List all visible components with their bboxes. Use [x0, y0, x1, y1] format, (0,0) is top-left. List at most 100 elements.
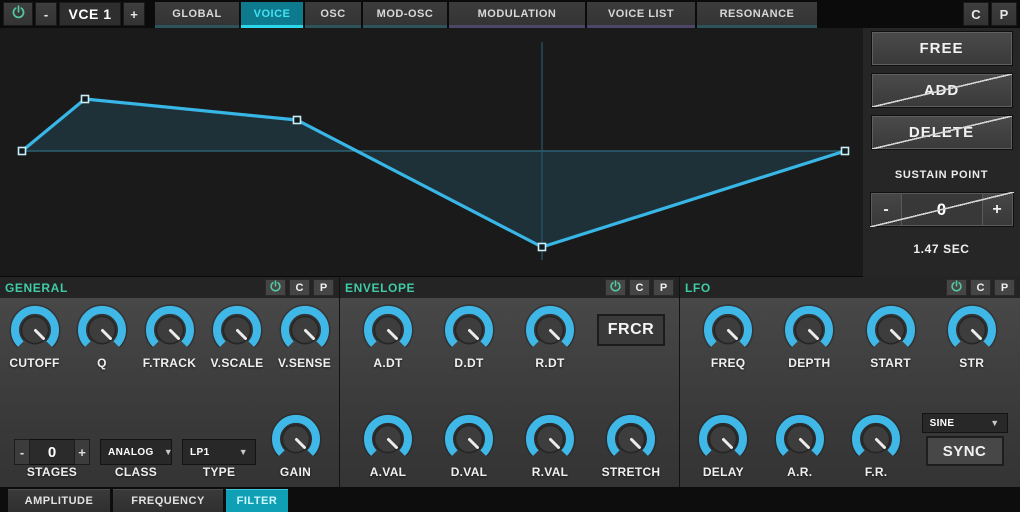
- class-dropdown[interactable]: ANALOG ▼: [100, 439, 172, 465]
- delete-point-button[interactable]: DELETE: [872, 116, 1012, 149]
- envelope-copy-button[interactable]: C: [629, 279, 650, 296]
- q-knob[interactable]: [76, 304, 128, 356]
- lfo-copy-button[interactable]: C: [970, 279, 991, 296]
- aval-knob[interactable]: [362, 413, 414, 465]
- stages-value: 0: [30, 439, 74, 465]
- lfo-wave-sync-group: SINE ▼ SYNC: [920, 413, 1010, 466]
- ftrack-control: F.TRACK: [137, 304, 203, 370]
- rdt-knob[interactable]: [524, 304, 576, 356]
- vsense-label: V.SENSE: [278, 356, 331, 370]
- aval-label: A.VAL: [370, 465, 407, 479]
- lfo-wave-value: SINE: [930, 418, 955, 429]
- tab-mod-osc[interactable]: MOD-OSC: [363, 2, 447, 28]
- tab-global[interactable]: GLOBAL: [155, 2, 239, 28]
- tab-amplitude[interactable]: AMPLITUDE: [8, 489, 110, 512]
- start-knob[interactable]: [865, 304, 917, 356]
- cutoff-label: CUTOFF: [9, 356, 59, 370]
- depth-knob[interactable]: [783, 304, 835, 356]
- envelope-title: ENVELOPE: [345, 281, 602, 295]
- stages-label: STAGES: [27, 465, 77, 479]
- stretch-knob[interactable]: [605, 413, 657, 465]
- vscale-knob[interactable]: [211, 304, 263, 356]
- ddt-knob[interactable]: [443, 304, 495, 356]
- cutoff-control: CUTOFF: [2, 304, 68, 370]
- tab-frequency[interactable]: FREQUENCY: [113, 489, 223, 512]
- tab-osc[interactable]: OSC: [305, 2, 361, 28]
- voice-minus-button[interactable]: -: [35, 2, 57, 26]
- global-copy-button[interactable]: C: [963, 2, 989, 26]
- lfo-wave-dropdown[interactable]: SINE ▼: [922, 413, 1008, 433]
- envelope-knob-row-2: A.VAL D.VAL R.VAL STRETCH: [340, 407, 679, 487]
- delay-knob[interactable]: [697, 413, 749, 465]
- stages-plus-button[interactable]: +: [74, 439, 90, 465]
- general-power-button[interactable]: [265, 279, 286, 296]
- synth-window: - VCE 1 + GLOBAL VOICE OSC MOD-OSC MODUL…: [0, 0, 1020, 512]
- tab-resonance[interactable]: RESONANCE: [697, 2, 817, 28]
- ar-knob[interactable]: [774, 413, 826, 465]
- envelope-header: ENVELOPE C P: [340, 277, 679, 298]
- ftrack-knob[interactable]: [144, 304, 196, 356]
- fr-knob[interactable]: [850, 413, 902, 465]
- tab-modulation[interactable]: MODULATION: [449, 2, 585, 28]
- q-label: Q: [97, 356, 107, 370]
- lfo-knob-row-1: FREQ DEPTH START STR: [680, 298, 1020, 370]
- general-title: GENERAL: [5, 281, 262, 295]
- str-knob[interactable]: [946, 304, 998, 356]
- rval-knob[interactable]: [524, 413, 576, 465]
- general-paste-button[interactable]: P: [313, 279, 334, 296]
- envelope-type-tab-bar: AMPLITUDE FREQUENCY FILTER: [0, 487, 1020, 512]
- rdt-label: R.DT: [535, 356, 564, 370]
- lfo-section: LFO C P FREQ DEPTH: [680, 277, 1020, 487]
- cutoff-knob[interactable]: [9, 304, 61, 356]
- gain-knob[interactable]: [270, 413, 322, 465]
- fr-label: F.R.: [865, 465, 888, 479]
- type-control: LP1 ▼ TYPE: [182, 439, 256, 479]
- stages-minus-button[interactable]: -: [14, 439, 30, 465]
- envelope-power-button[interactable]: [605, 279, 626, 296]
- rval-control: R.VAL: [517, 413, 583, 479]
- sustain-plus-button[interactable]: +: [982, 193, 1013, 226]
- lfo-power-button[interactable]: [946, 279, 967, 296]
- dval-knob[interactable]: [443, 413, 495, 465]
- lfo-paste-button[interactable]: P: [994, 279, 1015, 296]
- envelope-controls-panel: FREE ADD DELETE SUSTAIN POINT - 0 + 1.47…: [863, 28, 1020, 277]
- voice-plus-button[interactable]: +: [123, 2, 145, 26]
- envelope-curve[interactable]: [0, 28, 863, 277]
- delay-label: DELAY: [703, 465, 744, 479]
- stretch-control: STRETCH: [598, 413, 664, 479]
- voice-power-button[interactable]: [3, 2, 33, 26]
- rval-label: R.VAL: [532, 465, 569, 479]
- chevron-down-icon: ▼: [980, 418, 999, 428]
- type-value: LP1: [190, 447, 210, 458]
- adt-knob[interactable]: [362, 304, 414, 356]
- start-label: START: [870, 356, 911, 370]
- free-button[interactable]: FREE: [872, 32, 1012, 65]
- tab-voice[interactable]: VOICE: [241, 2, 303, 28]
- class-control: ANALOG ▼ CLASS: [100, 439, 172, 479]
- general-body: CUTOFF Q F.TRACK V.SCALE: [0, 298, 339, 487]
- general-copy-button[interactable]: C: [289, 279, 310, 296]
- power-icon: [609, 280, 622, 296]
- sustain-minus-button[interactable]: -: [871, 193, 902, 226]
- main-area: FREE ADD DELETE SUSTAIN POINT - 0 + 1.47…: [0, 28, 1020, 277]
- class-label: CLASS: [115, 465, 157, 479]
- tab-filter[interactable]: FILTER: [226, 489, 288, 512]
- add-point-button[interactable]: ADD: [872, 74, 1012, 107]
- tab-voice-list[interactable]: VOICE LIST: [587, 2, 695, 28]
- sync-button[interactable]: SYNC: [926, 436, 1004, 466]
- power-icon: [11, 5, 26, 23]
- general-section: GENERAL C P CUTOFF Q: [0, 277, 340, 487]
- type-dropdown[interactable]: LP1 ▼: [182, 439, 256, 465]
- freq-knob[interactable]: [702, 304, 754, 356]
- envelope-editor[interactable]: [0, 28, 863, 277]
- lfo-knob-row-2: DELAY A.R. F.R. SINE ▼: [680, 407, 1020, 487]
- main-tab-bar: GLOBAL VOICE OSC MOD-OSC MODULATION VOIC…: [155, 2, 817, 28]
- frcr-button[interactable]: FRCR: [597, 314, 665, 346]
- vsense-knob[interactable]: [279, 304, 331, 356]
- general-header: GENERAL C P: [0, 277, 339, 298]
- gain-control: GAIN: [266, 413, 325, 479]
- global-paste-button[interactable]: P: [991, 2, 1017, 26]
- vsense-control: V.SENSE: [272, 304, 338, 370]
- q-control: Q: [69, 304, 135, 370]
- envelope-paste-button[interactable]: P: [653, 279, 674, 296]
